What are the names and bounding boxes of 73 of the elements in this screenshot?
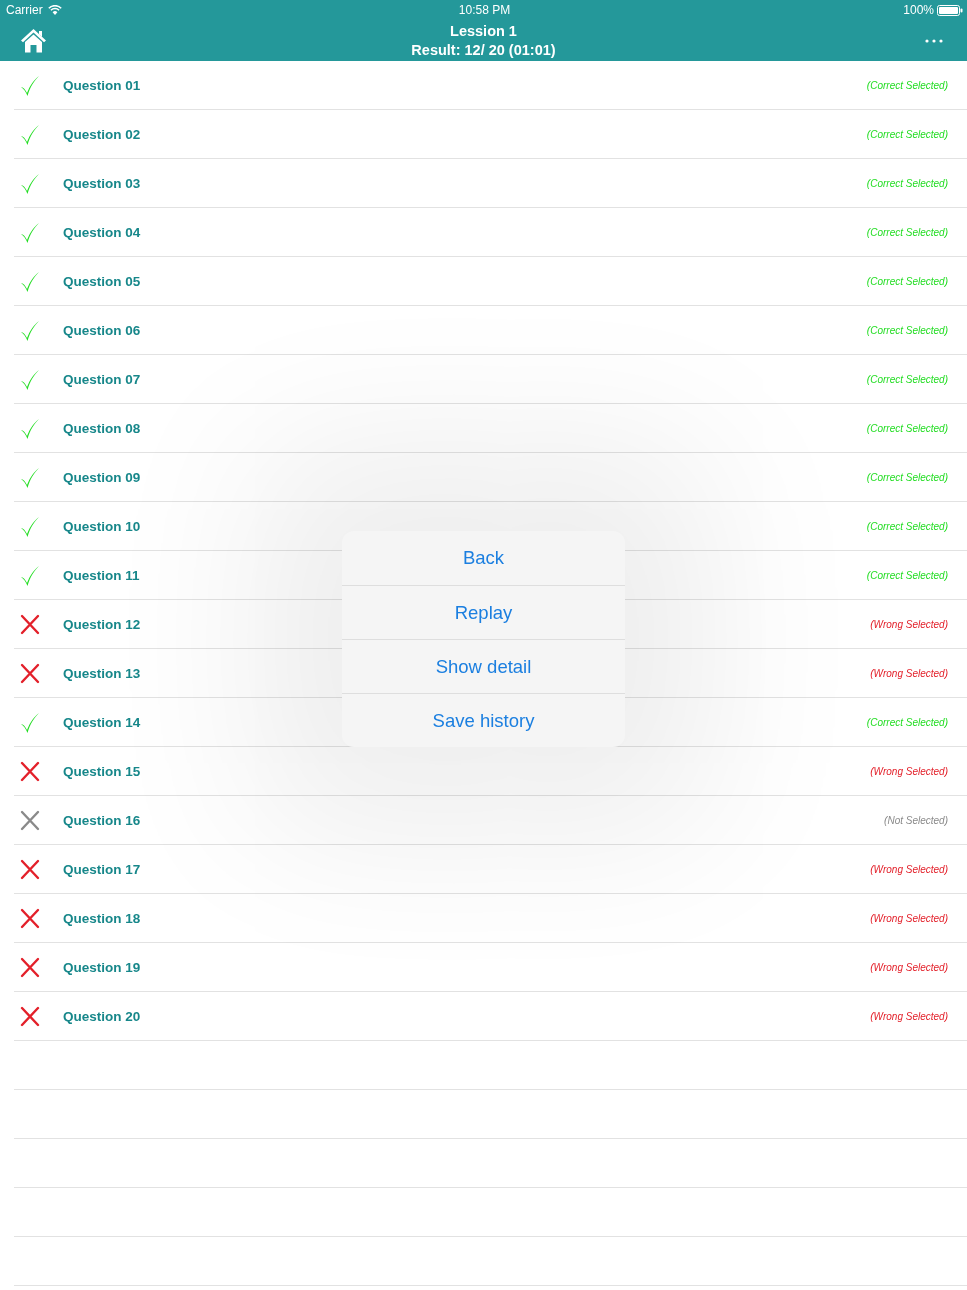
answer-status: (Correct Selected) bbox=[866, 128, 948, 140]
answer-status: (Wrong Selected) bbox=[870, 1010, 948, 1022]
cross-icon bbox=[20, 1005, 40, 1027]
cross-icon bbox=[20, 662, 40, 684]
check-icon bbox=[20, 564, 40, 586]
answer-status: (Correct Selected) bbox=[866, 373, 948, 385]
question-label[interactable]: Question 09 bbox=[63, 469, 141, 485]
cross-icon bbox=[20, 613, 40, 635]
battery-icon bbox=[937, 4, 963, 16]
question-label[interactable]: Question 05 bbox=[63, 273, 141, 289]
menu-item[interactable]: Replay bbox=[342, 585, 625, 639]
menu-item[interactable]: Show detail bbox=[342, 639, 625, 693]
answer-status: (Not Selected) bbox=[884, 814, 948, 826]
cross-icon bbox=[20, 956, 40, 978]
question-label[interactable]: Question 04 bbox=[63, 224, 141, 240]
answer-status: (Correct Selected) bbox=[866, 716, 948, 728]
answer-status: (Wrong Selected) bbox=[870, 863, 948, 875]
check-icon bbox=[20, 417, 40, 439]
answer-status: (Wrong Selected) bbox=[870, 618, 948, 630]
question-label[interactable]: Question 14 bbox=[63, 714, 141, 730]
answer-status: (Correct Selected) bbox=[866, 324, 948, 336]
answer-status: (Correct Selected) bbox=[866, 177, 948, 189]
answer-status: (Correct Selected) bbox=[866, 79, 948, 91]
menu-item[interactable]: Save history bbox=[342, 693, 625, 747]
question-label[interactable]: Question 06 bbox=[63, 322, 141, 338]
result-summary: Result: 12/ 20 (01:01) bbox=[411, 40, 556, 60]
check-icon bbox=[20, 515, 40, 537]
check-icon bbox=[20, 466, 40, 488]
answer-status: (Correct Selected) bbox=[866, 275, 948, 287]
home-icon[interactable] bbox=[20, 28, 47, 53]
question-label[interactable]: Question 02 bbox=[63, 126, 141, 142]
cross-icon bbox=[20, 907, 40, 929]
answer-status: (Correct Selected) bbox=[866, 471, 948, 483]
question-label[interactable]: Question 03 bbox=[63, 175, 141, 191]
question-label[interactable]: Question 12 bbox=[63, 616, 141, 632]
question-label[interactable]: Question 16 bbox=[63, 812, 141, 828]
question-label[interactable]: Question 15 bbox=[63, 763, 141, 779]
answer-status: (Wrong Selected) bbox=[870, 961, 948, 973]
question-label[interactable]: Question 18 bbox=[63, 910, 141, 926]
check-icon bbox=[20, 368, 40, 390]
answer-status: (Correct Selected) bbox=[866, 569, 948, 581]
check-icon bbox=[20, 711, 40, 733]
lesson-title: Lession 1 bbox=[450, 21, 517, 41]
answer-status: (Correct Selected) bbox=[866, 520, 948, 532]
check-icon bbox=[20, 74, 40, 96]
question-label[interactable]: Question 20 bbox=[63, 1008, 141, 1024]
answer-status: (Wrong Selected) bbox=[870, 912, 948, 924]
answer-status: (Correct Selected) bbox=[866, 422, 948, 434]
battery-percent: 100% bbox=[903, 3, 934, 17]
question-label[interactable]: Question 17 bbox=[63, 861, 141, 877]
check-icon bbox=[20, 172, 40, 194]
check-icon bbox=[20, 123, 40, 145]
check-icon bbox=[20, 270, 40, 292]
cross-icon bbox=[20, 809, 40, 831]
question-label[interactable]: Question 10 bbox=[63, 518, 141, 534]
menu-item[interactable]: Back bbox=[342, 531, 625, 585]
question-label[interactable]: Question 19 bbox=[63, 959, 141, 975]
question-label[interactable]: Question 01 bbox=[63, 77, 141, 93]
question-label[interactable]: Question 13 bbox=[63, 665, 141, 681]
status-time: 10:58 PM bbox=[458, 3, 511, 17]
question-label[interactable]: Question 11 bbox=[63, 567, 140, 583]
answer-status: (Wrong Selected) bbox=[870, 667, 948, 679]
more-icon[interactable] bbox=[925, 38, 943, 43]
cross-icon bbox=[20, 858, 40, 880]
check-icon bbox=[20, 221, 40, 243]
check-icon bbox=[20, 319, 40, 341]
cross-icon bbox=[20, 760, 40, 782]
answer-status: (Wrong Selected) bbox=[870, 765, 948, 777]
carrier-label: Carrier bbox=[6, 3, 43, 17]
wifi-icon bbox=[47, 5, 62, 15]
question-label[interactable]: Question 08 bbox=[63, 420, 141, 436]
question-label[interactable]: Question 07 bbox=[63, 371, 141, 387]
answer-status: (Correct Selected) bbox=[866, 226, 948, 238]
